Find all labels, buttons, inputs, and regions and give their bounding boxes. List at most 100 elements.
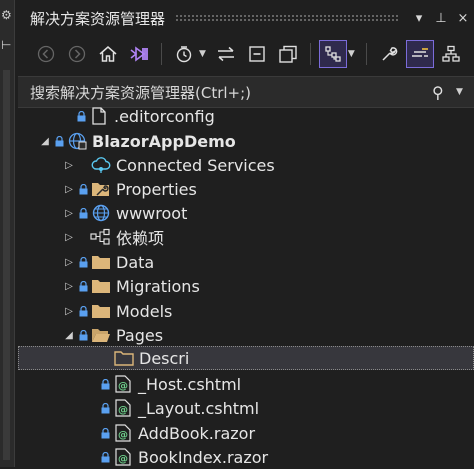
panel-title: 解决方案资源管理器 bbox=[30, 9, 166, 28]
tree-item-label: BlazorAppDemo bbox=[92, 131, 236, 151]
tree-item[interactable]: @ _Layout.cshtml bbox=[18, 396, 474, 420]
tree-item[interactable]: ◢ Pages bbox=[18, 323, 474, 347]
lock-icon bbox=[76, 207, 90, 219]
tree-item[interactable]: ▷ Properties bbox=[18, 177, 474, 201]
vs-switch-views-icon bbox=[130, 46, 148, 62]
class-view-button[interactable] bbox=[437, 40, 465, 68]
search-icon[interactable]: ⚲ bbox=[432, 83, 456, 102]
tree-item[interactable]: @ _Host.cshtml bbox=[18, 372, 474, 396]
tree-item-label: Models bbox=[116, 301, 173, 321]
collapse-arrow-icon[interactable]: ◢ bbox=[62, 330, 76, 341]
pin-icon[interactable]: ⊥ bbox=[430, 11, 452, 26]
sync-icon bbox=[217, 46, 234, 62]
lock-icon bbox=[76, 329, 90, 341]
tree-item-label: _Layout.cshtml bbox=[138, 398, 260, 418]
history-dropdown-icon[interactable]: ▼ bbox=[199, 49, 206, 59]
lock-icon bbox=[98, 451, 112, 463]
properties-button[interactable] bbox=[375, 40, 403, 68]
tree-item-selected[interactable]: Descri bbox=[18, 346, 474, 370]
tree-item-label: 依赖项 bbox=[116, 229, 165, 248]
search-options-dropdown-icon[interactable]: ▼ bbox=[456, 87, 474, 97]
preview-selected-icon bbox=[411, 48, 428, 57]
tree-item-label: Data bbox=[116, 252, 155, 272]
expand-arrow-icon[interactable]: ▷ bbox=[62, 208, 76, 219]
tree-item[interactable]: ▷ wwwroot bbox=[18, 201, 474, 225]
panel-titlebar[interactable]: 解决方案资源管理器 ▾ ⊥ × bbox=[18, 0, 474, 36]
drag-handle[interactable] bbox=[175, 14, 400, 22]
razor-file-icon: @ bbox=[112, 423, 134, 443]
folder-icon bbox=[90, 252, 112, 272]
preview-selected-button[interactable] bbox=[405, 40, 434, 68]
expand-arrow-icon[interactable]: ▷ bbox=[62, 160, 76, 171]
expand-arrow-icon[interactable]: ▷ bbox=[62, 257, 76, 268]
tree-item[interactable]: ▷ 依赖项 bbox=[18, 225, 474, 249]
lock-icon bbox=[98, 427, 112, 439]
expand-arrow-icon[interactable]: ▷ bbox=[62, 281, 76, 292]
lock-icon bbox=[74, 110, 88, 122]
expand-arrow-icon[interactable]: ▷ bbox=[62, 184, 76, 195]
tree-item[interactable]: .editorconfig bbox=[18, 104, 474, 128]
dropdown-icon[interactable]: ▾ bbox=[408, 11, 430, 26]
svg-text:@: @ bbox=[118, 405, 128, 416]
tree-item-label: Connected Services bbox=[116, 155, 275, 175]
web-project-icon bbox=[66, 131, 88, 151]
razor-file-icon: @ bbox=[112, 447, 134, 467]
adjacent-scrollbar[interactable] bbox=[3, 70, 10, 460]
folder-icon bbox=[113, 348, 135, 368]
adjacent-panel-edge: ⚙ ⊢ bbox=[0, 0, 15, 467]
tree-item-label: Migrations bbox=[116, 276, 200, 296]
close-icon[interactable]: × bbox=[452, 11, 474, 26]
lock-icon bbox=[76, 183, 90, 195]
tree-item-label: _Host.cshtml bbox=[138, 374, 242, 394]
pin-icon[interactable]: ⊢ bbox=[1, 38, 11, 52]
lock-icon bbox=[52, 135, 66, 147]
dependencies-icon bbox=[90, 227, 112, 247]
search-input[interactable]: 搜索解决方案资源管理器(Ctrl+;) bbox=[30, 82, 432, 103]
tree-item[interactable]: ▷ Migrations bbox=[18, 274, 474, 298]
tree-item-label: Properties bbox=[116, 179, 197, 199]
history-button[interactable] bbox=[170, 40, 198, 68]
home-icon bbox=[99, 46, 117, 62]
tree-item[interactable]: @ BookIndex.razor bbox=[18, 445, 474, 469]
folder-open-icon bbox=[90, 325, 112, 345]
collapse-arrow-icon[interactable]: ◢ bbox=[38, 136, 52, 147]
tree-item-label: AddBook.razor bbox=[138, 423, 256, 443]
folder-icon bbox=[90, 301, 112, 321]
svg-text:@: @ bbox=[118, 430, 128, 441]
connected-services-icon bbox=[90, 155, 112, 175]
tree-item-label: wwwroot bbox=[116, 203, 188, 223]
tree-item[interactable]: @ AddBook.razor bbox=[18, 421, 474, 445]
razor-file-icon: @ bbox=[112, 398, 134, 418]
razor-file-icon: @ bbox=[112, 374, 134, 394]
globe-icon bbox=[90, 203, 112, 223]
back-icon bbox=[37, 45, 55, 63]
home-button[interactable] bbox=[94, 40, 122, 68]
file-icon bbox=[88, 106, 110, 126]
back-button[interactable] bbox=[32, 40, 60, 68]
expand-arrow-icon[interactable]: ▷ bbox=[62, 232, 76, 243]
forward-icon bbox=[68, 45, 86, 63]
lock-icon bbox=[98, 402, 112, 414]
tree-item[interactable]: ▷ Data bbox=[18, 250, 474, 274]
tree-item[interactable]: ▷ Connected Services bbox=[18, 153, 474, 177]
filter-dropdown-icon[interactable]: ▼ bbox=[348, 49, 355, 59]
history-icon bbox=[176, 46, 192, 63]
pending-changes-filter-button[interactable] bbox=[318, 40, 347, 68]
toolbar-separator bbox=[309, 43, 311, 65]
expand-arrow-icon[interactable]: ▷ bbox=[62, 306, 76, 317]
collapse-all-button[interactable] bbox=[243, 40, 271, 68]
forward-button[interactable] bbox=[63, 40, 91, 68]
explorer-toolbar: ▼ ▼ bbox=[18, 36, 474, 72]
switch-views-button[interactable] bbox=[125, 40, 153, 68]
tree-item-project[interactable]: ◢ BlazorAppDemo bbox=[18, 129, 474, 153]
tree-item[interactable]: ▷ Models bbox=[18, 299, 474, 323]
folder-icon bbox=[90, 276, 112, 296]
gear-icon[interactable]: ⚙ bbox=[1, 8, 12, 22]
tree-item-label: BookIndex.razor bbox=[138, 447, 269, 467]
rename-input[interactable]: Descri bbox=[139, 349, 189, 368]
show-all-files-button[interactable] bbox=[274, 40, 302, 68]
sync-button[interactable] bbox=[212, 40, 240, 68]
lock-icon bbox=[76, 305, 90, 317]
svg-text:@: @ bbox=[118, 454, 128, 465]
toolbar-separator bbox=[365, 43, 367, 65]
